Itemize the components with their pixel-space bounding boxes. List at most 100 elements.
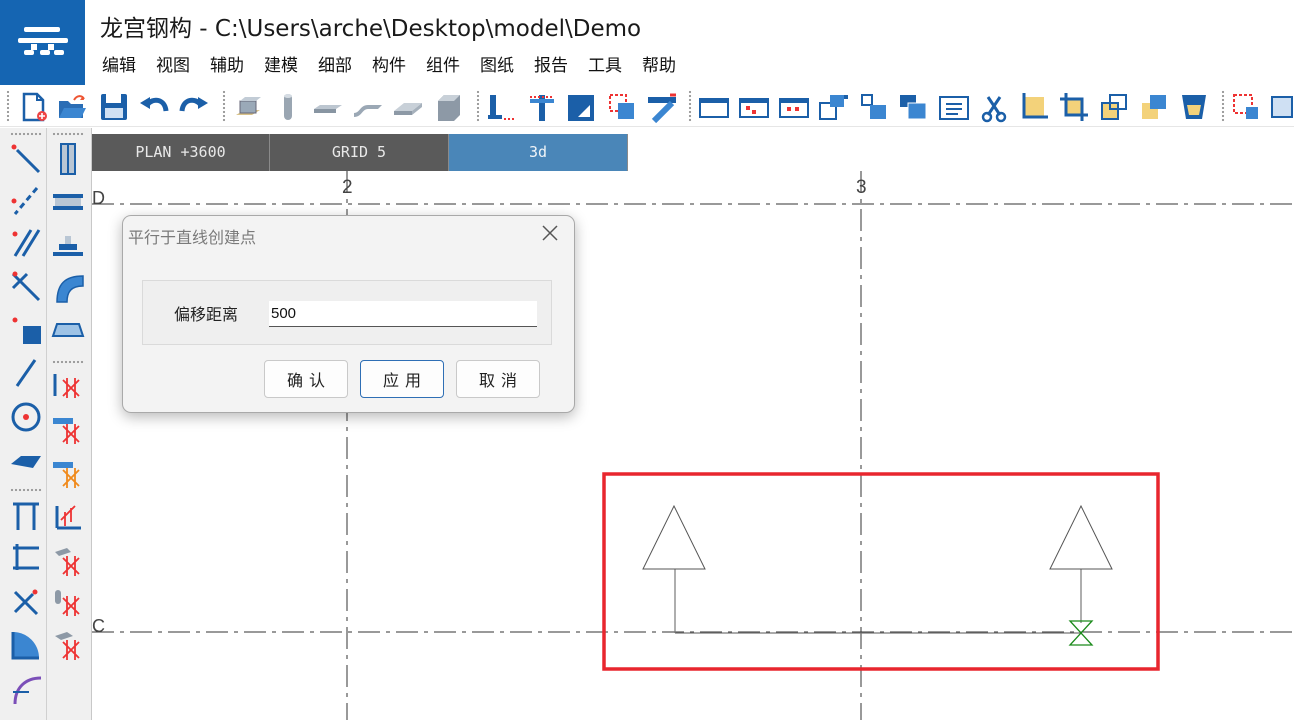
slab-icon[interactable] [392,91,424,123]
cut-icon[interactable] [1058,91,1090,123]
slash-icon[interactable] [9,356,43,390]
arc-icon[interactable] [9,672,43,706]
circle-target-icon[interactable] [9,400,43,434]
plane-icon[interactable] [9,444,43,478]
corner-plate-icon[interactable] [566,91,598,123]
stack-icon[interactable] [898,91,930,123]
window-dots-icon[interactable] [738,91,770,123]
menu-detail[interactable]: 细部 [308,53,362,79]
copy-icon[interactable] [1098,91,1130,123]
triangle-marker-right[interactable] [1049,504,1113,570]
move-icon[interactable] [858,91,890,123]
palette-grip[interactable] [52,360,84,364]
window-icon[interactable] [698,91,730,123]
grid-x5-icon[interactable] [51,544,85,578]
confirm-button[interactable]: 确认 [264,360,348,398]
triangle-marker-left[interactable] [642,504,706,570]
dialog-title: 平行于直线创建点 [128,228,257,247]
palette-divider [46,128,47,720]
grid-x-icon[interactable] [51,370,85,404]
new-file-icon[interactable] [18,91,50,123]
scissors-icon[interactable] [978,91,1010,123]
parallel-lines-icon[interactable] [9,226,43,260]
plate-profile-icon[interactable] [51,312,85,346]
close-icon[interactable] [540,223,560,243]
grid-label-d: D [92,188,105,208]
apply-button[interactable]: 应用 [360,360,444,398]
menu-tools[interactable]: 工具 [578,53,632,79]
grid-x2-icon[interactable] [51,414,85,448]
curved-beam-icon[interactable] [51,270,85,304]
grid-label-c: C [92,616,105,636]
quarter-circle-icon[interactable] [9,628,43,662]
menu-modeling[interactable]: 建模 [254,53,308,79]
window-title: 龙宫钢构 - C:\Users\arche\Desktop\model\Demo [100,16,642,42]
column-profile-icon[interactable] [51,142,85,176]
stair-icon[interactable] [51,226,85,260]
column-base-icon[interactable] [486,91,518,123]
offset-distance-input[interactable] [269,301,537,327]
grid-x4-icon[interactable] [51,500,85,534]
grid-x3-icon[interactable] [51,458,85,492]
toolbar-grip[interactable] [222,90,226,122]
perpendicular-icon[interactable] [9,268,43,302]
cancel-button[interactable]: 取消 [456,360,540,398]
select-box-icon[interactable] [1230,91,1262,123]
view-tabs: PLAN +3600 GRID 5 3d [92,134,628,171]
properties-icon[interactable] [938,91,970,123]
main-toolbar [0,86,1294,127]
grid-label-3: 3 [856,177,867,198]
app-logo-icon [17,26,68,55]
menu-assembly[interactable]: 组件 [416,53,470,79]
menu-component[interactable]: 构件 [362,53,416,79]
menu-report[interactable]: 报告 [524,53,578,79]
offset-distance-label: 偏移距离 [174,305,239,324]
grid-label-2: 2 [342,177,353,198]
frame-icon[interactable] [9,498,43,532]
dashed-frame-icon[interactable] [606,91,638,123]
column-icon[interactable] [272,91,304,123]
create-point-parallel-dialog: 平行于直线创建点 偏移距离 确认 应用 取消 [122,215,575,413]
menu-bar: 编辑 视图 辅助 建模 细部 构件 组件 图纸 报告 工具 帮助 [92,53,686,79]
connection-icon[interactable] [526,91,558,123]
undo-icon[interactable] [138,91,170,123]
save-icon[interactable] [98,91,130,123]
grid-x7-icon[interactable] [51,628,85,662]
open-folder-icon[interactable] [56,91,88,123]
grid-copy-icon[interactable] [818,91,850,123]
menu-assist[interactable]: 辅助 [200,53,254,79]
palette-grip[interactable] [10,488,42,492]
diagonal-brace-icon[interactable] [646,91,678,123]
tab-grid-5[interactable]: GRID 5 [270,134,449,171]
palette-grip[interactable] [10,132,42,136]
toolbar-grip[interactable] [6,90,10,122]
menu-help[interactable]: 帮助 [632,53,686,79]
toolbar-grip[interactable] [1221,90,1225,122]
i-beam-icon[interactable] [51,184,85,218]
block-icon[interactable] [432,91,464,123]
app-logo [0,0,85,85]
bucket-icon[interactable] [1178,91,1210,123]
menu-view[interactable]: 视图 [146,53,200,79]
bent-plate-icon[interactable] [352,91,384,123]
toolbar-grip[interactable] [688,90,692,122]
plate-icon[interactable] [312,91,344,123]
grid-x6-icon[interactable] [51,586,85,620]
beam-cube-icon[interactable] [232,91,264,123]
select-box2-icon[interactable] [1268,91,1294,123]
menu-drawing[interactable]: 图纸 [470,53,524,79]
window-dots2-icon[interactable] [778,91,810,123]
bracket-icon[interactable] [9,540,43,574]
tab-plan-3600[interactable]: PLAN +3600 [92,134,270,171]
toolbar-grip[interactable] [476,90,480,122]
fit-icon[interactable] [1018,91,1050,123]
cross-tool-icon[interactable] [9,584,43,618]
tab-3d[interactable]: 3d [449,134,628,171]
palette-grip[interactable] [52,132,84,136]
overlap-icon[interactable] [1138,91,1170,123]
menu-edit[interactable]: 编辑 [92,53,146,79]
point-square-icon[interactable] [9,314,43,348]
line-icon[interactable] [9,142,43,176]
redo-icon[interactable] [178,91,210,123]
dashed-line-icon[interactable] [9,184,43,218]
